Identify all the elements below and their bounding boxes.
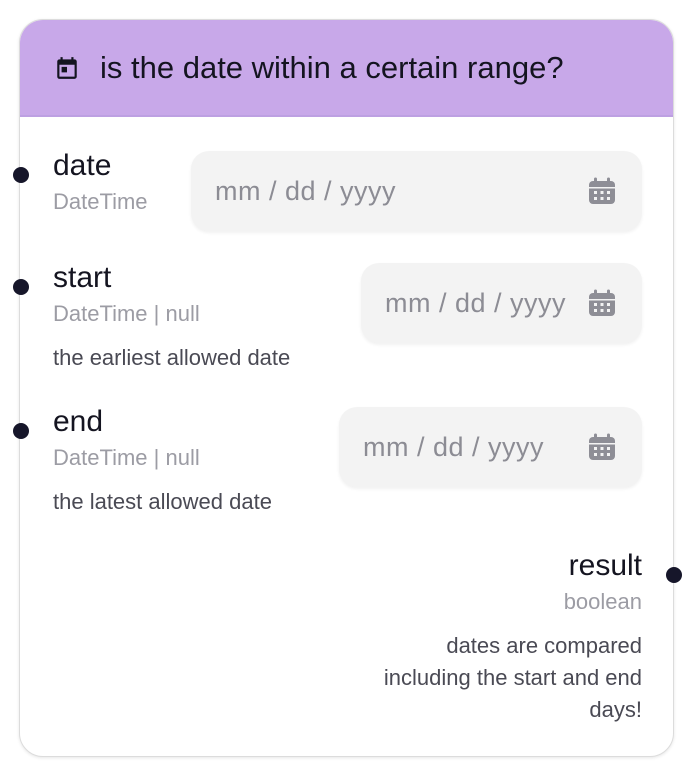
date-placeholder: mm / dd / yyyy	[363, 432, 545, 462]
input-description-end: the latest allowed date	[53, 489, 272, 514]
input-description-start: the earliest allowed date	[53, 345, 291, 370]
input-port-start[interactable]	[13, 279, 29, 295]
input-type-end: DateTime | null	[53, 445, 200, 470]
output-port-result[interactable]	[666, 567, 682, 583]
node-title: is the date within a certain range?	[100, 50, 564, 85]
output-label-result: result	[568, 549, 642, 582]
calendar-event-icon	[57, 57, 77, 79]
date-range-node: is the date within a certain range? date…	[13, 19, 682, 757]
input-type-start: DateTime | null	[53, 301, 200, 326]
input-type-date: DateTime	[53, 189, 148, 214]
input-label-date: date	[53, 149, 112, 182]
node-header[interactable]: is the date within a certain range?	[20, 20, 673, 117]
date-placeholder: mm / dd / yyyy	[385, 288, 567, 318]
input-label-end: end	[53, 405, 104, 438]
date-input-date[interactable]: mm / dd / yyyy	[191, 151, 642, 231]
input-port-date[interactable]	[13, 167, 29, 183]
calendar-icon[interactable]	[586, 287, 618, 319]
output-type-result: boolean	[563, 589, 642, 614]
calendar-icon[interactable]	[586, 175, 618, 207]
date-input-end[interactable]: mm / dd / yyyy	[339, 407, 642, 487]
calendar-icon[interactable]	[586, 431, 618, 463]
input-label-start: start	[53, 261, 112, 294]
output-description-result: dates are compared including the start a…	[383, 633, 642, 722]
date-input-start[interactable]: mm / dd / yyyy	[361, 263, 642, 343]
input-port-end[interactable]	[13, 423, 29, 439]
date-placeholder: mm / dd / yyyy	[215, 176, 397, 206]
